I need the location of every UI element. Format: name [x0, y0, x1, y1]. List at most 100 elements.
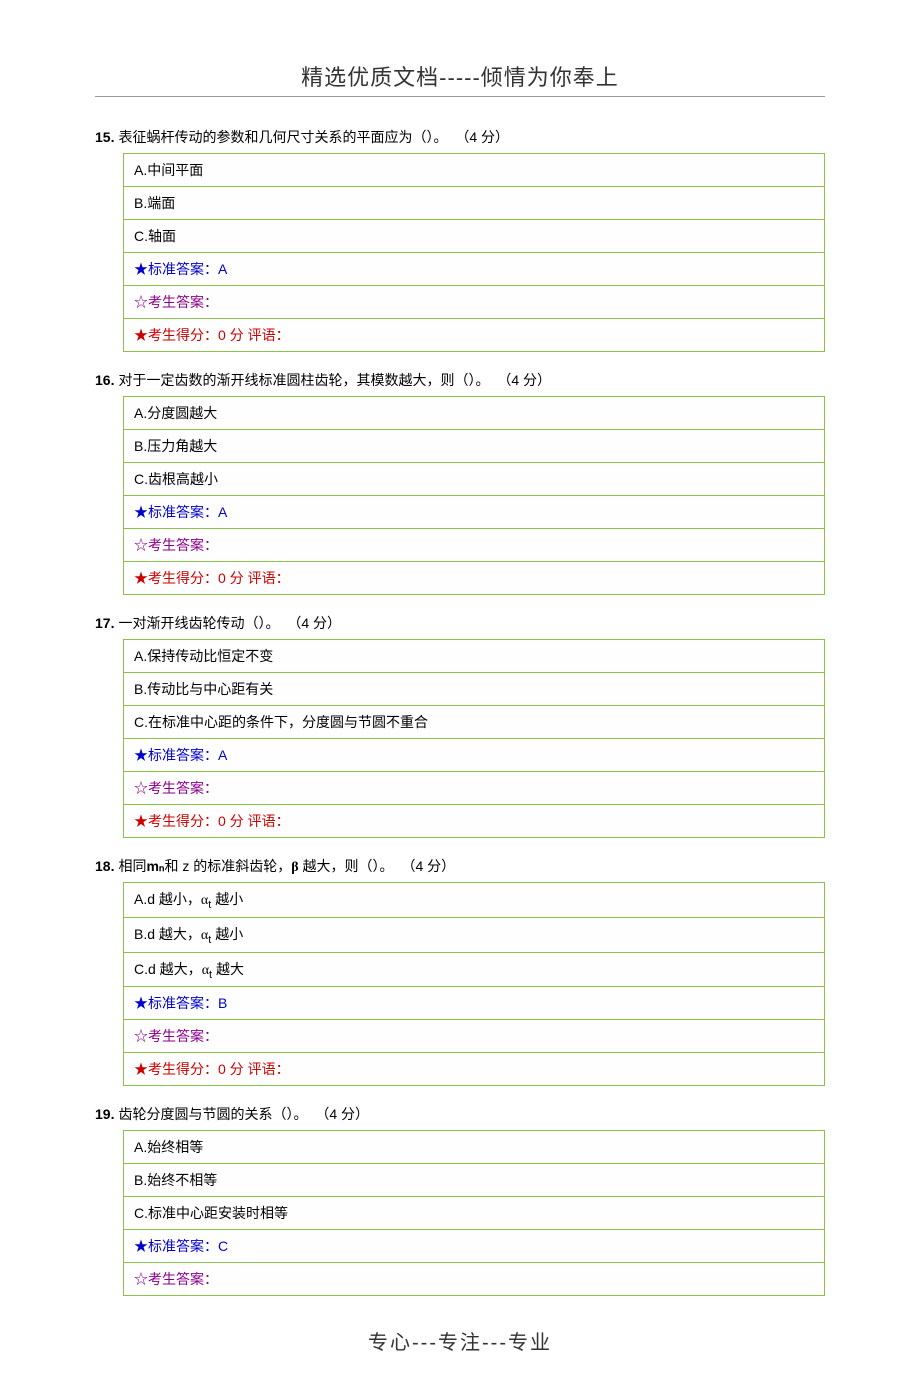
question-stem: 对于一定齿数的渐开线标准圆柱齿轮，其模数越大，则（）。: [118, 372, 489, 388]
question-text: 18. 相同mₙ和 z 的标准斜齿轮，β 越大，则（）。 （4 分）: [95, 856, 825, 876]
question-19: 19. 齿轮分度圆与节圆的关系（）。 （4 分） A.始终相等 B.始终不相等 …: [95, 1104, 825, 1296]
question-17: 17. 一对渐开线齿轮传动（）。 （4 分） A.保持传动比恒定不变 B.传动比…: [95, 613, 825, 838]
answer-table: A.始终相等 B.始终不相等 C.标准中心距安装时相等 ★标准答案：C ☆考生答…: [123, 1130, 825, 1296]
option-a: A.中间平面: [124, 154, 825, 187]
std-prefix: ★标准答案：: [134, 504, 218, 520]
answer-table: A.保持传动比恒定不变 B.传动比与中心距有关 C.在标准中心距的条件下，分度圆…: [123, 639, 825, 838]
question-number: 19.: [95, 1106, 114, 1122]
question-content: 一对渐开线齿轮传动（）。 （4 分）: [118, 613, 825, 633]
candidate-answer: ☆考生答案：: [124, 529, 825, 562]
std-prefix: ★标准答案：: [134, 747, 218, 763]
opt-post: 越小: [211, 891, 243, 907]
candidate-score: ★考生得分：0 分 评语：: [124, 1053, 825, 1086]
std-prefix: ★标准答案：: [134, 1238, 218, 1254]
std-value: B: [218, 995, 227, 1011]
question-number: 17.: [95, 615, 114, 631]
cand-prefix: ☆考生答案：: [134, 1271, 218, 1287]
answer-table: A.中间平面 B.端面 C.轴面 ★标准答案：A ☆考生答案： ★考生得分：0 …: [123, 153, 825, 352]
q-pre: 相同: [118, 858, 146, 874]
standard-answer: ★标准答案：B: [124, 987, 825, 1020]
std-value: A: [218, 504, 227, 520]
std-value: A: [218, 261, 227, 277]
std-prefix: ★标准答案：: [134, 261, 218, 277]
comment-label: 评语：: [244, 327, 290, 343]
question-points: （4 分）: [315, 1106, 369, 1122]
option-a: A.保持传动比恒定不变: [124, 640, 825, 673]
question-text: 15. 表征蜗杆传动的参数和几何尺寸关系的平面应为（）。 （4 分）: [95, 127, 825, 147]
standard-answer: ★标准答案：A: [124, 253, 825, 286]
opt-pre: A.d 越小，: [134, 891, 201, 907]
question-15: 15. 表征蜗杆传动的参数和几何尺寸关系的平面应为（）。 （4 分） A.中间平…: [95, 127, 825, 352]
standard-answer: ★标准答案：A: [124, 496, 825, 529]
score-prefix: ★考生得分：: [134, 327, 218, 343]
cand-prefix: ☆考生答案：: [134, 294, 218, 310]
question-18: 18. 相同mₙ和 z 的标准斜齿轮，β 越大，则（）。 （4 分） A.d 越…: [95, 856, 825, 1086]
score-value: 0 分: [218, 813, 244, 829]
option-a: A.分度圆越大: [124, 397, 825, 430]
option-c: C.在标准中心距的条件下，分度圆与节圆不重合: [124, 706, 825, 739]
question-content: 表征蜗杆传动的参数和几何尺寸关系的平面应为（）。 （4 分）: [118, 127, 825, 147]
question-points: （4 分）: [287, 615, 341, 631]
candidate-score: ★考生得分：0 分 评语：: [124, 562, 825, 595]
question-content: 相同mₙ和 z 的标准斜齿轮，β 越大，则（）。 （4 分）: [118, 856, 825, 876]
option-b: B.始终不相等: [124, 1164, 825, 1197]
candidate-answer: ☆考生答案：: [124, 772, 825, 805]
score-value: 0 分: [218, 1061, 244, 1077]
question-stem: 齿轮分度圆与节圆的关系（）。: [118, 1106, 307, 1122]
option-a: A.d 越小，αt 越小: [124, 883, 825, 918]
question-number: 15.: [95, 129, 114, 145]
question-text: 16. 对于一定齿数的渐开线标准圆柱齿轮，其模数越大，则（）。 （4 分）: [95, 370, 825, 390]
score-value: 0 分: [218, 570, 244, 586]
option-a: A.始终相等: [124, 1131, 825, 1164]
question-stem: 表征蜗杆传动的参数和几何尺寸关系的平面应为（）。: [118, 129, 447, 145]
option-b: B.传动比与中心距有关: [124, 673, 825, 706]
answer-table: A.分度圆越大 B.压力角越大 C.齿根高越小 ★标准答案：A ☆考生答案： ★…: [123, 396, 825, 595]
score-prefix: ★考生得分：: [134, 1061, 218, 1077]
q-mid2: 越大，则（）。: [299, 858, 394, 874]
candidate-answer: ☆考生答案：: [124, 286, 825, 319]
question-points: （4 分）: [455, 129, 509, 145]
question-content: 齿轮分度圆与节圆的关系（）。 （4 分）: [118, 1104, 825, 1124]
comment-label: 评语：: [244, 1061, 290, 1077]
std-value: A: [218, 747, 227, 763]
cand-prefix: ☆考生答案：: [134, 1028, 218, 1044]
question-points: （4 分）: [401, 858, 455, 874]
question-16: 16. 对于一定齿数的渐开线标准圆柱齿轮，其模数越大，则（）。 （4 分） A.…: [95, 370, 825, 595]
question-number: 18.: [95, 858, 114, 874]
option-c: C.d 越大，αt 越大: [124, 952, 825, 987]
option-b: B.压力角越大: [124, 430, 825, 463]
std-prefix: ★标准答案：: [134, 995, 218, 1011]
option-b: B.端面: [124, 187, 825, 220]
question-text: 19. 齿轮分度圆与节圆的关系（）。 （4 分）: [95, 1104, 825, 1124]
candidate-answer: ☆考生答案：: [124, 1263, 825, 1296]
question-content: 对于一定齿数的渐开线标准圆柱齿轮，其模数越大，则（）。 （4 分）: [118, 370, 825, 390]
candidate-answer: ☆考生答案：: [124, 1020, 825, 1053]
standard-answer: ★标准答案：A: [124, 739, 825, 772]
page-footer: 专心---专注---专业: [0, 1326, 920, 1355]
score-prefix: ★考生得分：: [134, 570, 218, 586]
comment-label: 评语：: [244, 813, 290, 829]
option-b: B.d 越大，αt 越小: [124, 917, 825, 952]
opt-post: 越小: [211, 926, 243, 942]
cand-prefix: ☆考生答案：: [134, 537, 218, 553]
score-value: 0 分: [218, 327, 244, 343]
q-mid1: 和 z 的标准斜齿轮，: [165, 858, 292, 874]
opt-pre: B.d 越大，: [134, 926, 201, 942]
standard-answer: ★标准答案：C: [124, 1230, 825, 1263]
option-c: C.齿根高越小: [124, 463, 825, 496]
page-header: 精选优质文档-----倾情为你奉上: [95, 60, 825, 97]
symbol-alpha: α: [202, 963, 209, 978]
cand-prefix: ☆考生答案：: [134, 780, 218, 796]
symbol-mn: mₙ: [146, 858, 164, 874]
question-text: 17. 一对渐开线齿轮传动（）。 （4 分）: [95, 613, 825, 633]
comment-label: 评语：: [244, 570, 290, 586]
question-number: 16.: [95, 372, 114, 388]
candidate-score: ★考生得分：0 分 评语：: [124, 805, 825, 838]
answer-table: A.d 越小，αt 越小 B.d 越大，αt 越小 C.d 越大，αt 越大 ★…: [123, 882, 825, 1086]
symbol-beta: β: [291, 860, 298, 875]
option-c: C.轴面: [124, 220, 825, 253]
opt-pre: C.d 越大，: [134, 961, 202, 977]
opt-post: 越大: [212, 961, 244, 977]
question-stem: 一对渐开线齿轮传动（）。: [118, 615, 279, 631]
candidate-score: ★考生得分：0 分 评语：: [124, 319, 825, 352]
